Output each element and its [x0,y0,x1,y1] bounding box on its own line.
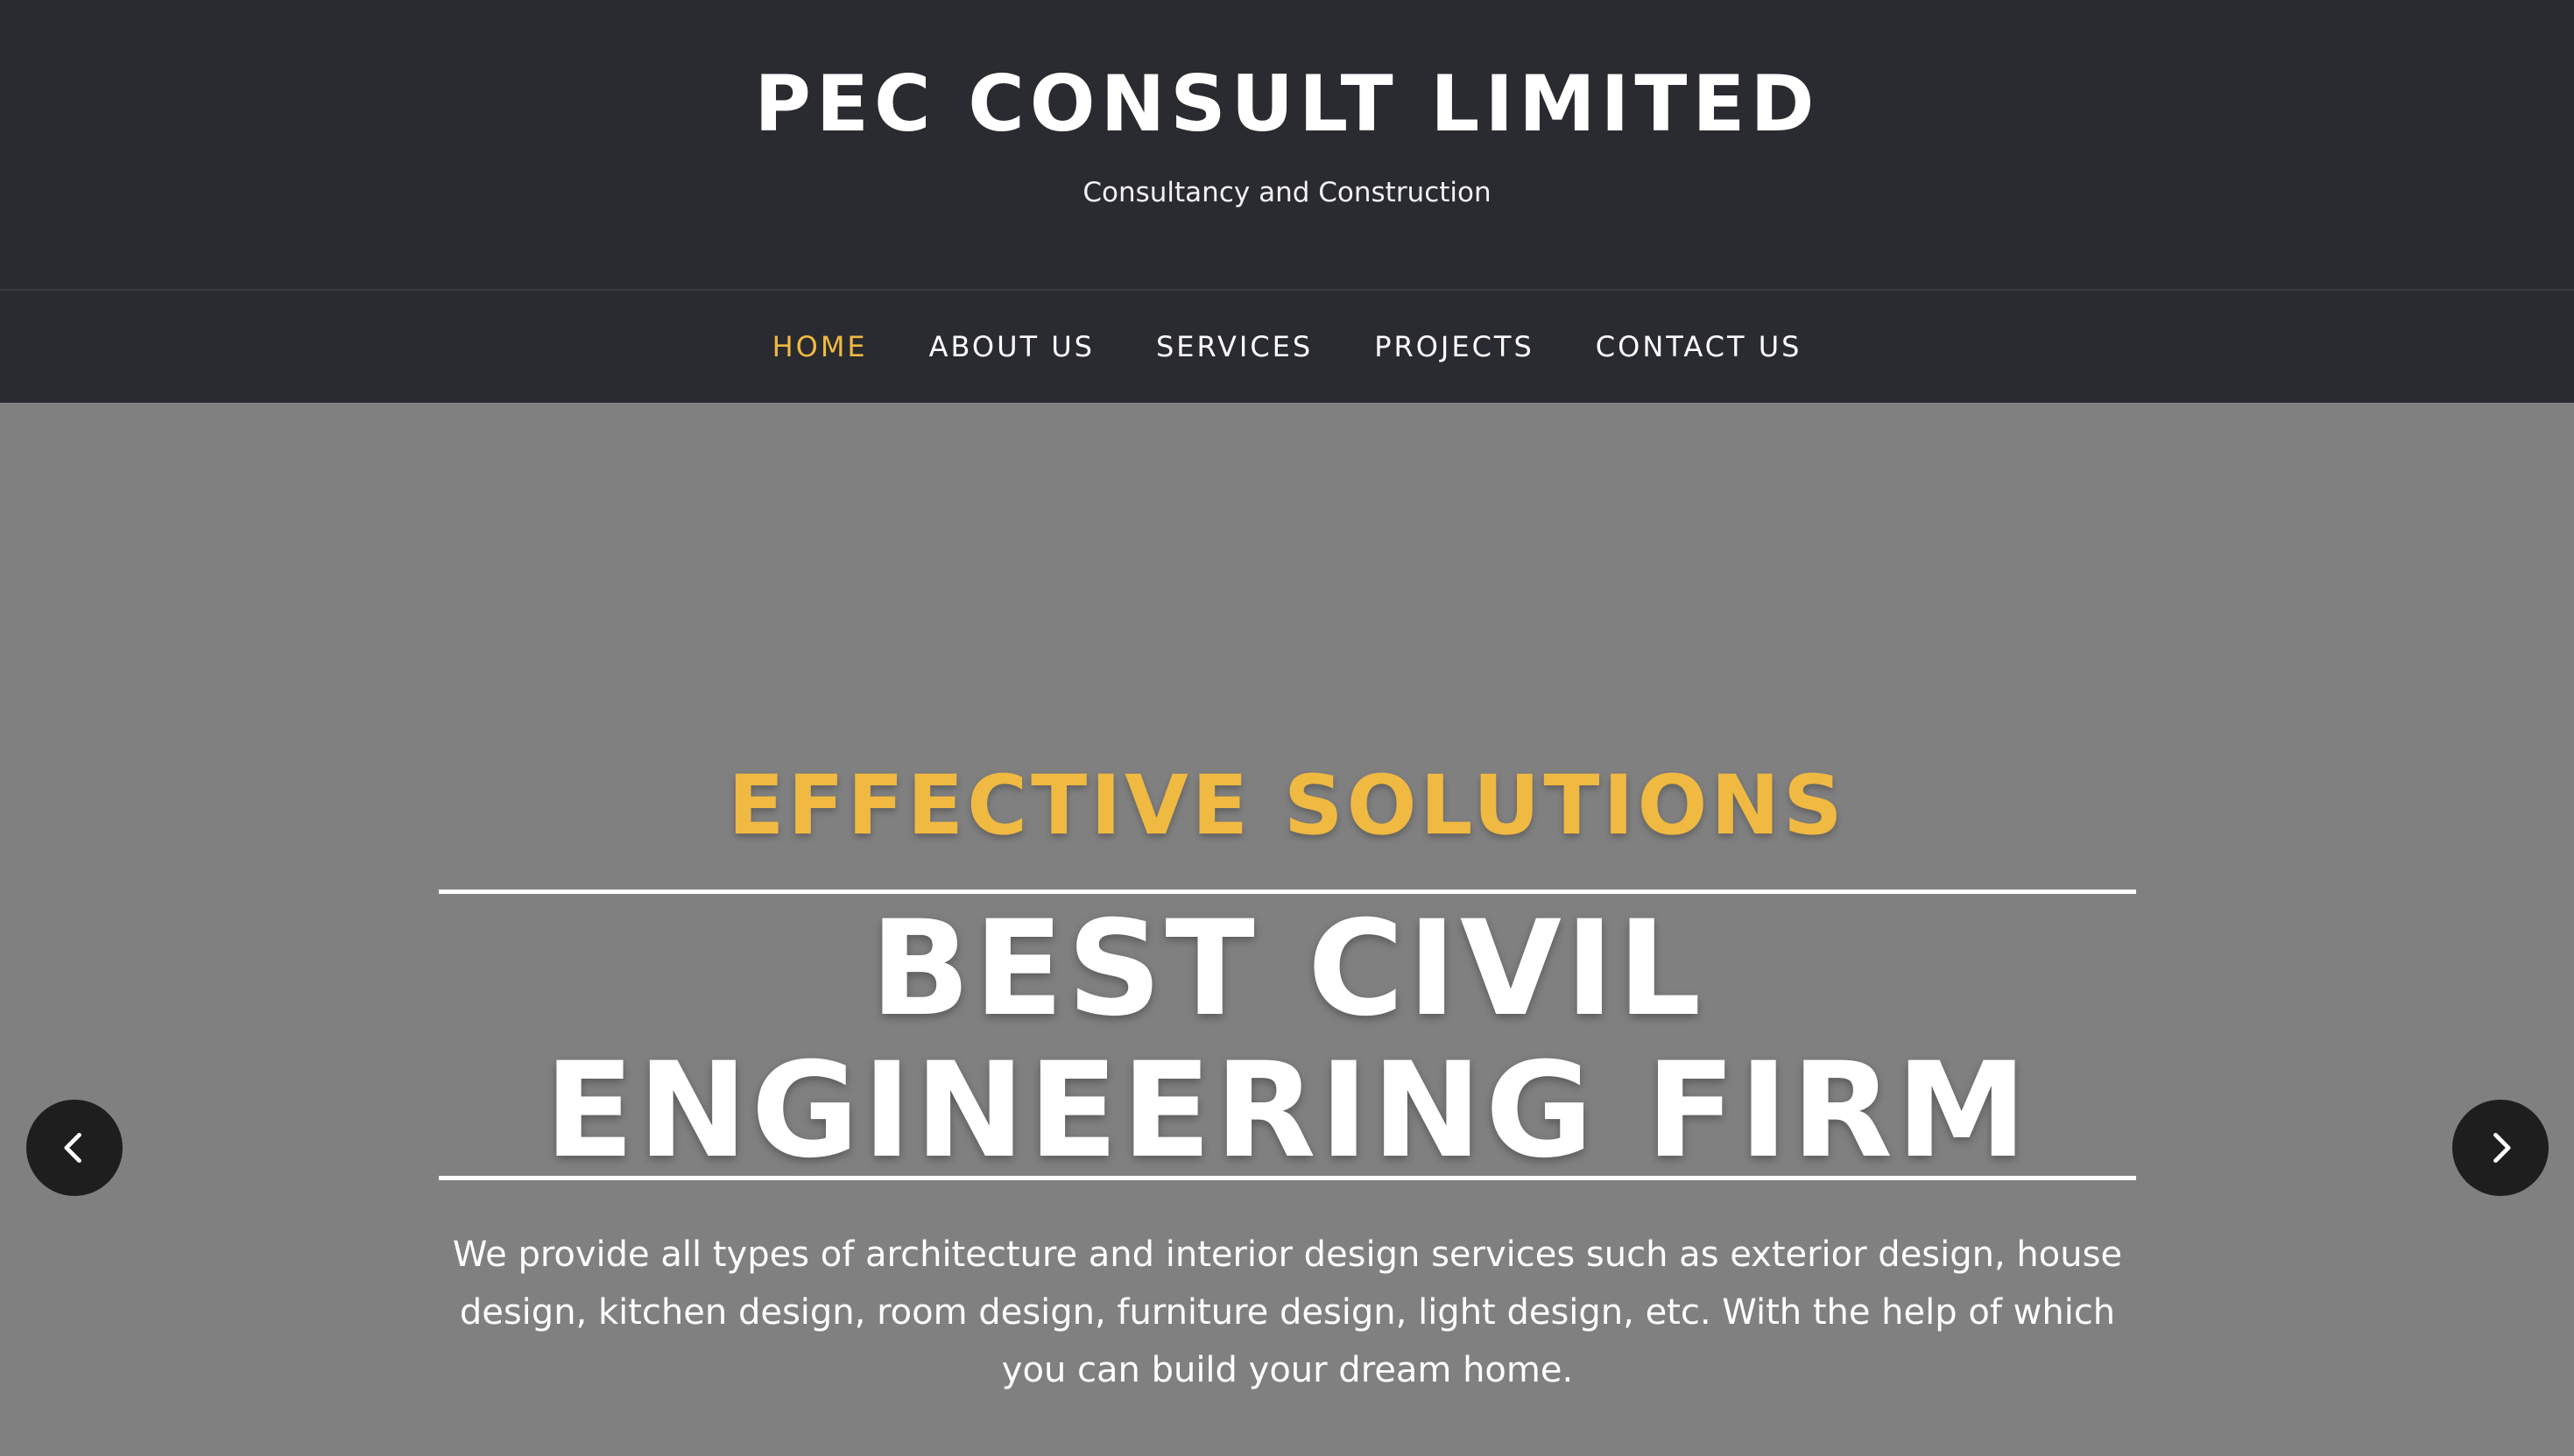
site-title[interactable]: PEC CONSULT LIMITED [0,56,2574,152]
hero-slider: EFFECTIVE SOLUTIONS BEST CIVIL ENGINEERI… [0,403,2574,1456]
hero-title: BEST CIVIL ENGINEERING FIRM [544,893,2031,1187]
nav-item-contact-us[interactable]: CONTACT US [1596,330,1802,363]
slider-prev-button[interactable] [26,1100,123,1196]
site-branding: PEC CONSULT LIMITED Consultancy and Cons… [0,0,2574,289]
site-header: PEC CONSULT LIMITED Consultancy and Cons… [0,0,2574,403]
main-navigation: HOME ABOUT US SERVICES PROJECTS CONTACT … [0,291,2574,403]
site-tagline: Consultancy and Construction [1082,177,1492,208]
chevron-left-icon [64,1132,81,1164]
hero-description: We provide all types of architecture and… [452,1234,2123,1390]
hero-divider-bottom [439,1176,2136,1180]
slider-next-button[interactable] [2452,1100,2549,1196]
hero-kicker: EFFECTIVE SOLUTIONS [728,758,1846,854]
nav-item-services[interactable]: SERVICES [1156,330,1313,363]
nav-item-about-us[interactable]: ABOUT US [929,330,1095,363]
nav-item-home[interactable]: HOME [772,330,868,363]
nav-item-projects[interactable]: PROJECTS [1374,330,1534,363]
chevron-right-icon [2493,1132,2511,1164]
